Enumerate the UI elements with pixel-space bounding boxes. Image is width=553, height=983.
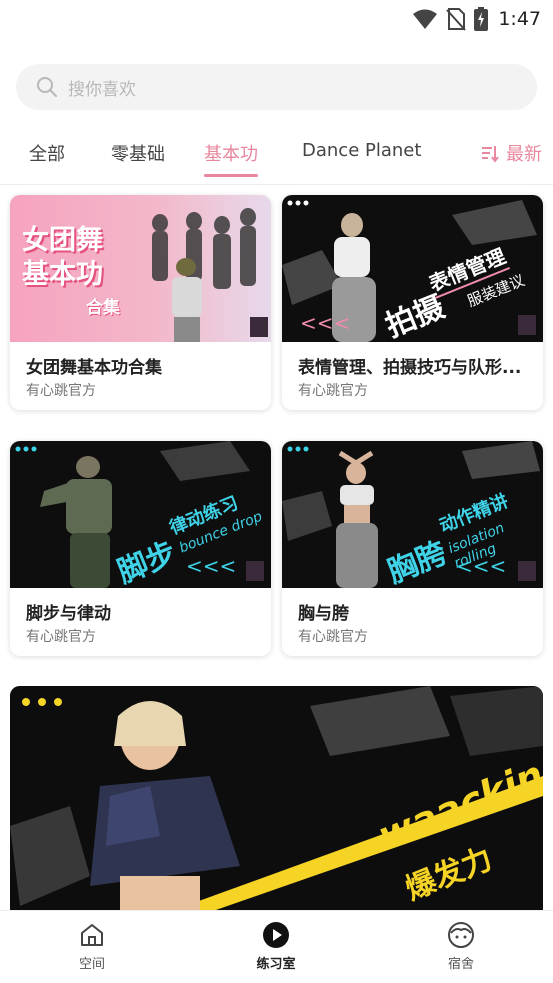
sort-icon: [482, 146, 499, 163]
status-bar: 1:47: [0, 0, 553, 40]
category-tabs: 全部 零基础 基本功 Dance Planet: [0, 130, 553, 182]
svg-text:<<<: <<<: [300, 311, 350, 335]
course-author: 有心跳官方: [26, 629, 96, 645]
course-title: 女团舞基本功合集: [26, 358, 162, 378]
course-thumbnail: <<< 脚步 律动练习 bounce drop: [10, 441, 271, 588]
tab-fundamentals[interactable]: 基本功: [204, 140, 258, 166]
course-title: 表情管理、拍摄技巧与队形...: [298, 358, 522, 378]
active-tab-indicator: [204, 174, 258, 177]
nav-label: 空间: [78, 957, 105, 972]
face-icon: [448, 922, 474, 948]
play-circle-icon: [263, 922, 289, 948]
nav-practice-room[interactable]: 练习室: [216, 911, 336, 983]
sort-label: 最新: [506, 144, 542, 165]
nav-label: 练习室: [256, 957, 296, 972]
wifi-icon: [413, 9, 438, 29]
thumb-title-line3: 合集: [86, 298, 120, 318]
course-thumbnail: <<< 拍摄 表情管理 服装建议: [282, 195, 543, 342]
status-time: 1:47: [498, 8, 541, 30]
course-card[interactable]: <<< 胸胯 动作精讲 isolation rolling 胸与胯 有心跳官方: [282, 441, 543, 656]
course-thumbnail: 女团舞 基本功 合集: [10, 195, 271, 342]
course-title: 脚步与律动: [26, 604, 111, 624]
home-icon: [81, 924, 103, 946]
battery-charging-icon: [474, 7, 489, 31]
svg-text:<<<: <<<: [186, 554, 236, 578]
tab-dance-planet[interactable]: Dance Planet: [302, 140, 421, 161]
course-author: 有心跳官方: [298, 629, 368, 645]
tab-overflow-fragment: ｜: [460, 140, 468, 166]
course-author: 有心跳官方: [298, 383, 368, 399]
status-icons: 1:47: [412, 6, 541, 32]
course-author: 有心跳官方: [26, 383, 96, 399]
thumb-title-line2: 基本功: [22, 259, 103, 290]
nav-dorm[interactable]: 宿舍: [401, 911, 521, 983]
thumb-title-line1: 女团舞: [22, 225, 103, 256]
search-icon: [37, 77, 57, 97]
tab-all[interactable]: 全部: [29, 140, 65, 166]
featured-course-card[interactable]: waacking 爆发力: [10, 686, 543, 926]
course-thumbnail: <<< 胸胯 动作精讲 isolation rolling: [282, 441, 543, 588]
no-sim-icon: [446, 8, 467, 31]
course-title: 胸与胯: [298, 604, 349, 624]
bottom-nav: 空间 练习室 宿舍: [0, 910, 553, 983]
course-card[interactable]: <<< 脚步 律动练习 bounce drop 脚步与律动 有心跳官方: [10, 441, 271, 656]
search-placeholder: 搜你喜欢: [68, 79, 136, 100]
course-card[interactable]: 女团舞 基本功 合集 女团舞基本功合集 有心跳官方: [10, 195, 271, 410]
nav-label: 宿舍: [447, 957, 474, 972]
course-card[interactable]: <<< 拍摄 表情管理 服装建议 表情管理、拍摄技巧与队形... 有心跳官方: [282, 195, 543, 410]
nav-space[interactable]: 空间: [32, 911, 152, 983]
tabs-divider: [0, 184, 553, 185]
search-bar[interactable]: 搜你喜欢: [16, 64, 537, 110]
tab-beginner[interactable]: 零基础: [111, 140, 165, 166]
sort-button[interactable]: 最新: [478, 140, 542, 166]
